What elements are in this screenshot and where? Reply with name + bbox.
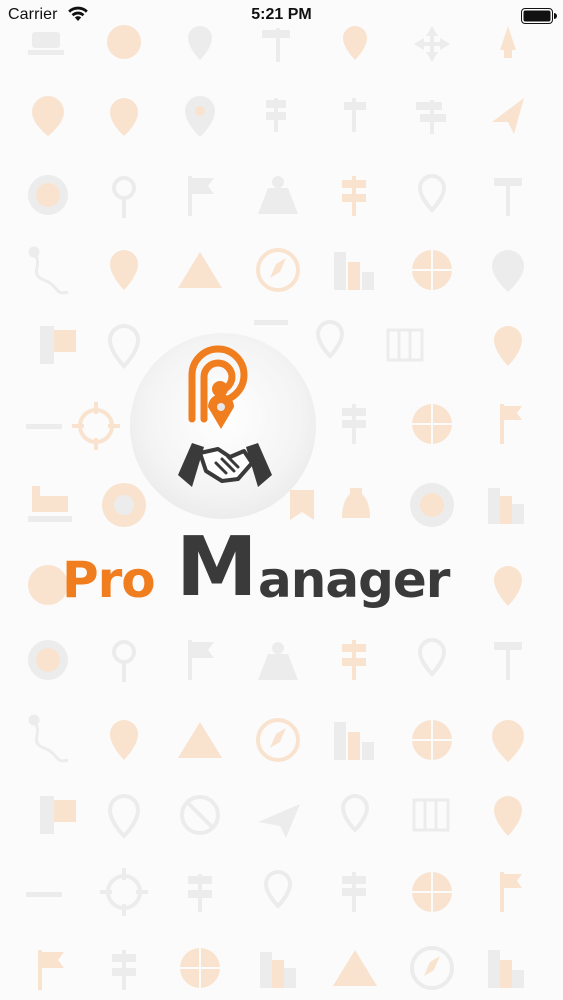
status-bar: Carrier 5:21 PM	[0, 0, 563, 30]
handshake-pin-logo-icon	[178, 345, 272, 487]
app-logo: Pro M anager	[0, 0, 563, 1000]
brand-name: Pro M anager	[62, 525, 512, 620]
status-time: 5:21 PM	[251, 6, 312, 23]
brand-anager-text: anager	[258, 551, 450, 609]
battery-icon	[521, 8, 557, 24]
splash-screen: Carrier 5:21 PM Pro M anager	[0, 0, 563, 1000]
brand-pro-text: Pro	[62, 551, 156, 609]
brand-m-text: M	[176, 520, 258, 615]
